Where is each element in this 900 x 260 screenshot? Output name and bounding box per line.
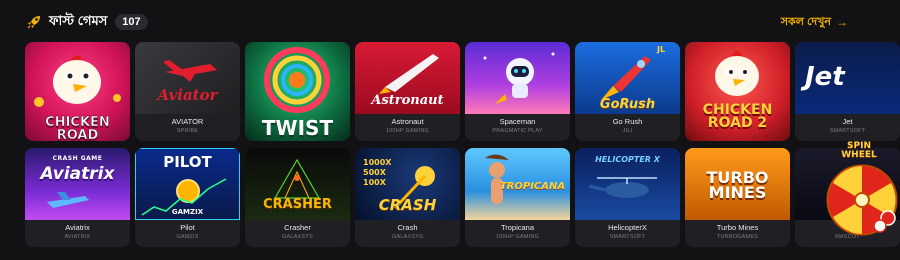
game-card-crasher[interactable]: CRASHER Crasher GALAXSYS (245, 148, 350, 247)
game-provider: JILI (622, 128, 633, 134)
arrow-right-icon: → (836, 15, 848, 29)
game-art-title: TWIST (261, 116, 334, 140)
game-art-title: Astronaut (371, 93, 444, 108)
game-thumbnail: Aviator (135, 42, 240, 114)
game-thumbnail: TWIST (245, 42, 350, 141)
game-card-tropicana[interactable]: TROPICANA Tropicana 100HP GAMING (465, 148, 570, 247)
game-thumbnail: TROPICANA (465, 148, 570, 220)
spin-wheel-promo[interactable]: SPIN WHEEL (812, 138, 900, 238)
svg-text:JL: JL (656, 45, 665, 54)
spin-wheel-label: SPIN WHEEL (841, 141, 877, 160)
game-art-title: Jet (805, 62, 845, 92)
game-art-title: Aviator (157, 86, 218, 104)
game-card-chicken-road[interactable]: CHICKEN ROAD (25, 42, 130, 141)
game-thumbnail: Astronaut (355, 42, 460, 114)
game-name: Tropicana (500, 223, 535, 232)
game-art-title: TURBO MINES (706, 168, 769, 203)
game-thumbnail: 1000X 500X 100X CRASH (355, 148, 460, 220)
game-card-chicken-road-2[interactable]: CHICKEN ROAD 2 (685, 42, 790, 141)
game-provider: AVIATRIX (64, 234, 91, 240)
game-name: AVIATOR (171, 117, 204, 126)
game-name: Turbo Mines (716, 223, 759, 232)
game-provider: SMARTSOFT (609, 234, 646, 240)
game-provider: SPRIBE (176, 128, 199, 134)
game-name: HelicopterX (608, 223, 647, 232)
game-art-subtitle: GAMZIX (171, 208, 204, 216)
game-art-title: CHICKEN ROAD (45, 115, 110, 141)
game-art-title: GoRush (599, 97, 656, 112)
games-grid: CHICKEN ROAD Aviator AVIATOR SPRIBE TWIS… (25, 42, 900, 247)
game-card-twist[interactable]: TWIST (245, 42, 350, 141)
game-provider: 100HP GAMING (386, 128, 429, 134)
game-card-helicopterx[interactable]: HELICOPTER X HelicopterX SMARTSOFT (575, 148, 680, 247)
game-provider: TURBOGAMES (716, 234, 759, 240)
game-art-title: CHICKEN ROAD 2 (702, 102, 773, 132)
game-thumbnail: JL GoRush (575, 42, 680, 114)
game-card-crash[interactable]: 1000X 500X 100X CRASH Crash GALAXSYS (355, 148, 460, 247)
game-thumbnail: CRASH GAME Aviatrix (25, 148, 130, 220)
game-provider: SMARTSOFT (829, 128, 866, 134)
game-card-go-rush[interactable]: JL GoRush Go Rush JILI (575, 42, 680, 141)
section-title: ফাস্ট গেমস (49, 12, 108, 28)
game-provider: 100HP GAMING (496, 234, 539, 240)
game-name: Jet (842, 117, 853, 126)
game-provider: PRAGMATIC PLAY (492, 128, 543, 134)
game-card-jet[interactable]: Jet Jet SMARTSOFT (795, 42, 900, 141)
game-count-badge: 107 (115, 14, 148, 30)
game-art-title: CRASH (378, 196, 437, 214)
game-thumbnail: CHICKEN ROAD (25, 42, 130, 141)
game-card-spaceman[interactable]: Spaceman PRAGMATIC PLAY (465, 42, 570, 141)
game-card-turbo-mines[interactable]: TURBO MINES Turbo Mines TURBOGAMES (685, 148, 790, 247)
game-thumbnail: CRASHER (245, 148, 350, 220)
see-all-label: সকল দেখুন (780, 15, 831, 28)
game-name: Pilot (180, 223, 195, 232)
game-thumbnail: TURBO MINES (685, 148, 790, 220)
section-header: ফাস্ট গেমস 107 সকল দেখুন → (26, 11, 848, 33)
see-all-link[interactable]: সকল দেখুন → (781, 13, 848, 32)
game-name: Aviatrix (65, 223, 90, 232)
game-thumbnail: HELICOPTER X (575, 148, 680, 220)
game-provider: GALAXSYS (282, 234, 313, 240)
game-art-title: TROPICANA (499, 181, 566, 192)
game-card-aviatrix[interactable]: CRASH GAME Aviatrix Aviatrix AVIATRIX (25, 148, 130, 247)
game-thumbnail: CHICKEN ROAD 2 (685, 42, 790, 141)
rocket-icon (26, 14, 42, 30)
game-card-aviator[interactable]: Aviator AVIATOR SPRIBE (135, 42, 240, 141)
game-name: Spaceman (499, 117, 536, 126)
game-card-astronaut[interactable]: Astronaut Astronaut 100HP GAMING (355, 42, 460, 141)
game-name: Crash (397, 223, 418, 232)
game-name: Crasher (284, 223, 311, 232)
game-name: Astronaut (391, 117, 424, 126)
game-art-title: CRASHER (263, 197, 332, 212)
game-thumbnail: Jet (795, 42, 900, 114)
game-thumbnail: PILOT GAMZIX (135, 148, 240, 220)
game-card-pilot[interactable]: PILOT GAMZIX Pilot GAMZIX (135, 148, 240, 247)
game-thumbnail (465, 42, 570, 114)
game-provider: GALAXSYS (392, 234, 423, 240)
game-name: Go Rush (612, 117, 643, 126)
game-provider: GAMZIX (176, 234, 199, 240)
